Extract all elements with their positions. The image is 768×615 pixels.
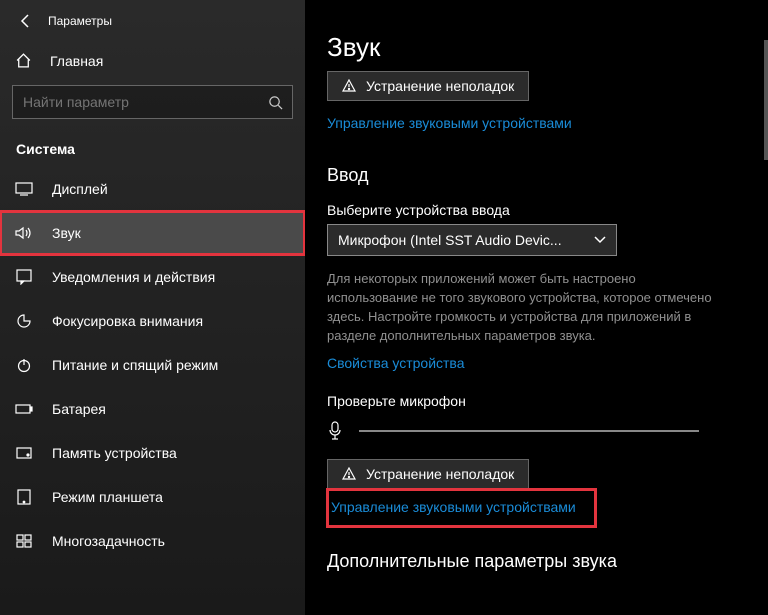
search-input[interactable]	[13, 94, 258, 110]
nav-sound[interactable]: Звук	[0, 211, 305, 255]
warning-icon	[342, 467, 356, 481]
nav-battery[interactable]: Батарея	[0, 387, 305, 431]
microphone-icon	[327, 421, 343, 441]
nav-label: Память устройства	[34, 445, 177, 461]
troubleshoot-button-bottom[interactable]: Устранение неполадок	[327, 459, 529, 489]
manage-devices-highlighted: Управление звуковыми устройствами	[327, 489, 596, 527]
nav-label: Фокусировка внимания	[34, 313, 203, 329]
back-button[interactable]	[8, 3, 44, 39]
battery-icon	[14, 403, 34, 415]
nav-label: Многозадачность	[34, 533, 165, 549]
manage-devices-link-top[interactable]: Управление звуковыми устройствами	[327, 115, 572, 131]
mic-level-meter	[359, 430, 699, 432]
additional-heading: Дополнительные параметры звука	[327, 527, 768, 576]
nav-storage[interactable]: Память устройства	[0, 431, 305, 475]
nav-display[interactable]: Дисплей	[0, 167, 305, 211]
manage-devices-link-bottom[interactable]: Управление звуковыми устройствами	[331, 499, 576, 515]
mic-test-row	[327, 415, 768, 459]
nav-focus[interactable]: Фокусировка внимания	[0, 299, 305, 343]
input-device-select[interactable]: Микрофон (Intel SST Audio Devic...	[327, 224, 617, 256]
nav-notifications[interactable]: Уведомления и действия	[0, 255, 305, 299]
select-value: Микрофон (Intel SST Audio Devic...	[338, 232, 562, 248]
warning-icon	[342, 79, 356, 93]
nav-label: Уведомления и действия	[34, 269, 215, 285]
search-box[interactable]	[12, 85, 293, 119]
storage-icon	[14, 447, 34, 459]
button-label: Устранение неполадок	[366, 466, 514, 482]
sound-icon	[14, 225, 34, 241]
nav-label: Батарея	[34, 401, 106, 417]
nav-tablet[interactable]: Режим планшета	[0, 475, 305, 519]
window-title: Параметры	[44, 14, 112, 28]
scrollbar[interactable]	[764, 0, 768, 615]
nav-multitask[interactable]: Многозадачность	[0, 519, 305, 563]
section-label: Система	[0, 119, 305, 167]
page-title: Звук	[327, 0, 768, 71]
display-icon	[14, 182, 34, 196]
multitask-icon	[14, 534, 34, 548]
input-select-label: Выберите устройства ввода	[327, 202, 768, 218]
focus-icon	[14, 313, 34, 329]
nav-label: Звук	[34, 225, 81, 241]
power-icon	[14, 357, 34, 373]
test-mic-label: Проверьте микрофон	[327, 393, 768, 409]
nav-list: Дисплей Звук Уведомления и действия Фоку…	[0, 167, 305, 615]
tablet-icon	[14, 489, 34, 505]
nav-power[interactable]: Питание и спящий режим	[0, 343, 305, 387]
nav-label: Режим планшета	[34, 489, 163, 505]
sidebar: Параметры Главная Система Дисплей Звук У…	[0, 0, 305, 615]
nav-label: Питание и спящий режим	[34, 357, 218, 373]
device-properties-link[interactable]: Свойства устройства	[327, 355, 465, 371]
button-label: Устранение неполадок	[366, 78, 514, 94]
home-label: Главная	[32, 53, 103, 69]
home-icon	[14, 52, 32, 69]
input-description: Для некоторых приложений может быть наст…	[327, 256, 757, 355]
input-heading: Ввод	[327, 137, 768, 202]
troubleshoot-button-top[interactable]: Устранение неполадок	[327, 71, 529, 101]
home-nav[interactable]: Главная	[0, 42, 305, 79]
notifications-icon	[14, 269, 34, 285]
titlebar: Параметры	[0, 0, 305, 42]
search-icon	[258, 95, 292, 110]
main-content: Звук Устранение неполадок Управление зву…	[305, 0, 768, 615]
chevron-down-icon	[594, 236, 606, 244]
nav-label: Дисплей	[34, 181, 108, 197]
